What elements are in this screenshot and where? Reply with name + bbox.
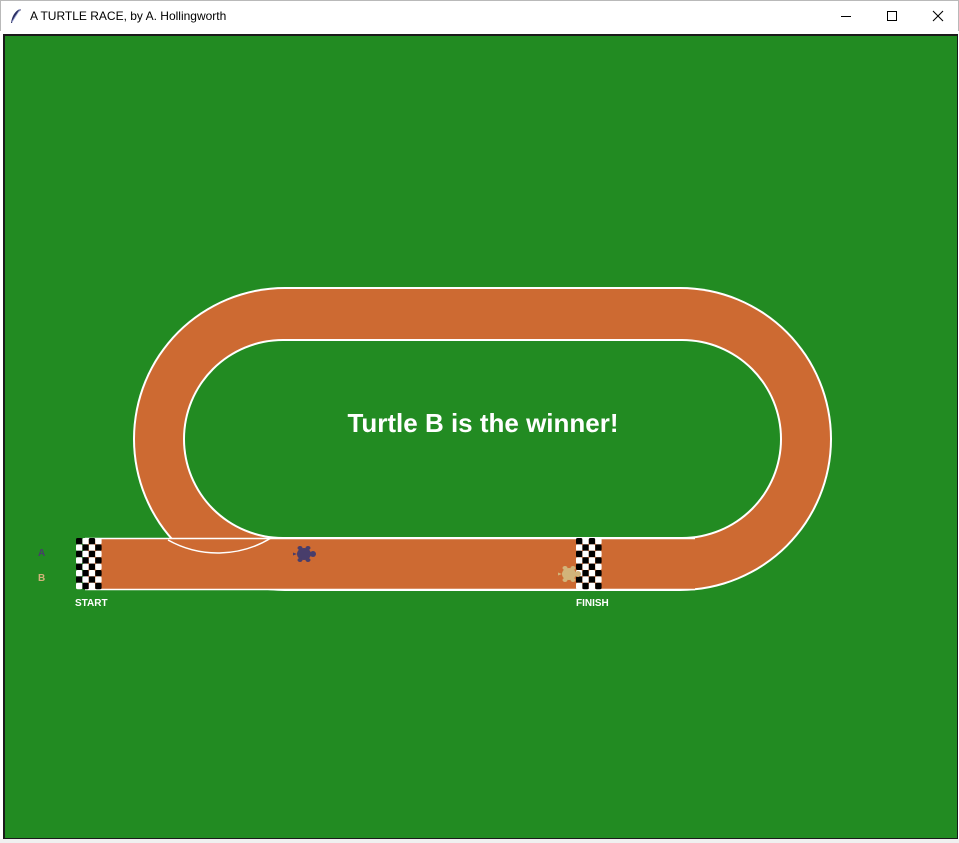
checker-square xyxy=(95,570,102,577)
checker-square xyxy=(88,544,96,551)
checker-square xyxy=(582,576,589,583)
checker-square xyxy=(88,557,96,564)
checker-square xyxy=(595,544,602,551)
checker-square xyxy=(588,557,596,564)
checker-square xyxy=(82,582,89,590)
race-lane xyxy=(85,537,695,591)
checker-square xyxy=(595,582,602,590)
maximize-icon xyxy=(887,11,897,21)
minimize-icon xyxy=(841,16,851,17)
checker-square xyxy=(95,563,102,570)
checker-square xyxy=(88,570,96,577)
checker-square xyxy=(88,538,96,545)
checker-square xyxy=(595,538,602,545)
checker-square xyxy=(95,557,102,564)
checker-square xyxy=(82,570,89,577)
checker-square xyxy=(76,538,83,545)
checker-square xyxy=(588,576,596,583)
lane-b-label: B xyxy=(38,573,45,584)
checker-square xyxy=(76,582,83,590)
start-label: START xyxy=(75,598,108,609)
title-bar[interactable]: A TURTLE RACE, by A. Hollingworth xyxy=(0,0,959,31)
checker-square xyxy=(582,582,589,590)
minimize-button[interactable] xyxy=(823,1,869,31)
checker-square xyxy=(76,576,83,583)
checker-square xyxy=(582,538,589,545)
feather-icon xyxy=(9,8,23,24)
checker-square xyxy=(88,563,96,570)
checker-square xyxy=(82,563,89,570)
checker-square xyxy=(588,570,596,577)
checker-square xyxy=(95,582,102,590)
checker-square xyxy=(576,563,583,570)
checker-square xyxy=(582,563,589,570)
checker-square xyxy=(95,538,102,545)
checker-square xyxy=(595,570,602,577)
checker-square xyxy=(82,557,89,564)
window-bottom-border xyxy=(0,839,959,843)
checker-square xyxy=(82,576,89,583)
checker-square xyxy=(576,538,583,545)
checker-square xyxy=(588,544,596,551)
checker-square xyxy=(82,538,89,545)
checker-square xyxy=(588,582,596,590)
checker-square xyxy=(582,570,589,577)
checker-square xyxy=(76,544,83,551)
checker-square xyxy=(88,576,96,583)
checker-square xyxy=(576,576,583,583)
checker-square xyxy=(582,544,589,551)
checker-square xyxy=(588,550,596,558)
checker-square xyxy=(588,563,596,570)
maximize-button[interactable] xyxy=(869,1,915,31)
checker-square xyxy=(88,550,96,558)
checker-square xyxy=(576,557,583,564)
checker-square xyxy=(95,550,102,558)
checker-square xyxy=(582,550,589,558)
checker-square xyxy=(595,563,602,570)
checker-square xyxy=(595,557,602,564)
checker-square xyxy=(82,544,89,551)
checker-square xyxy=(576,582,583,590)
checker-square xyxy=(76,550,83,558)
winner-message: Turtle B is the winner! xyxy=(347,408,618,438)
checker-square xyxy=(82,550,89,558)
checker-square xyxy=(88,582,96,590)
game-canvas[interactable]: A B START FINISH Turtle B is the winner! xyxy=(3,34,958,839)
lane-a-label: A xyxy=(38,548,45,559)
window-title: A TURTLE RACE, by A. Hollingworth xyxy=(30,9,227,23)
checker-square xyxy=(76,557,83,564)
checker-square xyxy=(588,538,596,545)
checker-square xyxy=(576,544,583,551)
finish-label: FINISH xyxy=(576,598,609,609)
checker-square xyxy=(95,544,102,551)
checker-square xyxy=(576,550,583,558)
checker-square xyxy=(595,576,602,583)
close-icon xyxy=(932,10,944,22)
checker-square xyxy=(76,570,83,577)
close-button[interactable] xyxy=(915,1,959,31)
checker-square xyxy=(582,557,589,564)
checker-square xyxy=(95,576,102,583)
checker-square xyxy=(595,550,602,558)
checker-square xyxy=(76,563,83,570)
